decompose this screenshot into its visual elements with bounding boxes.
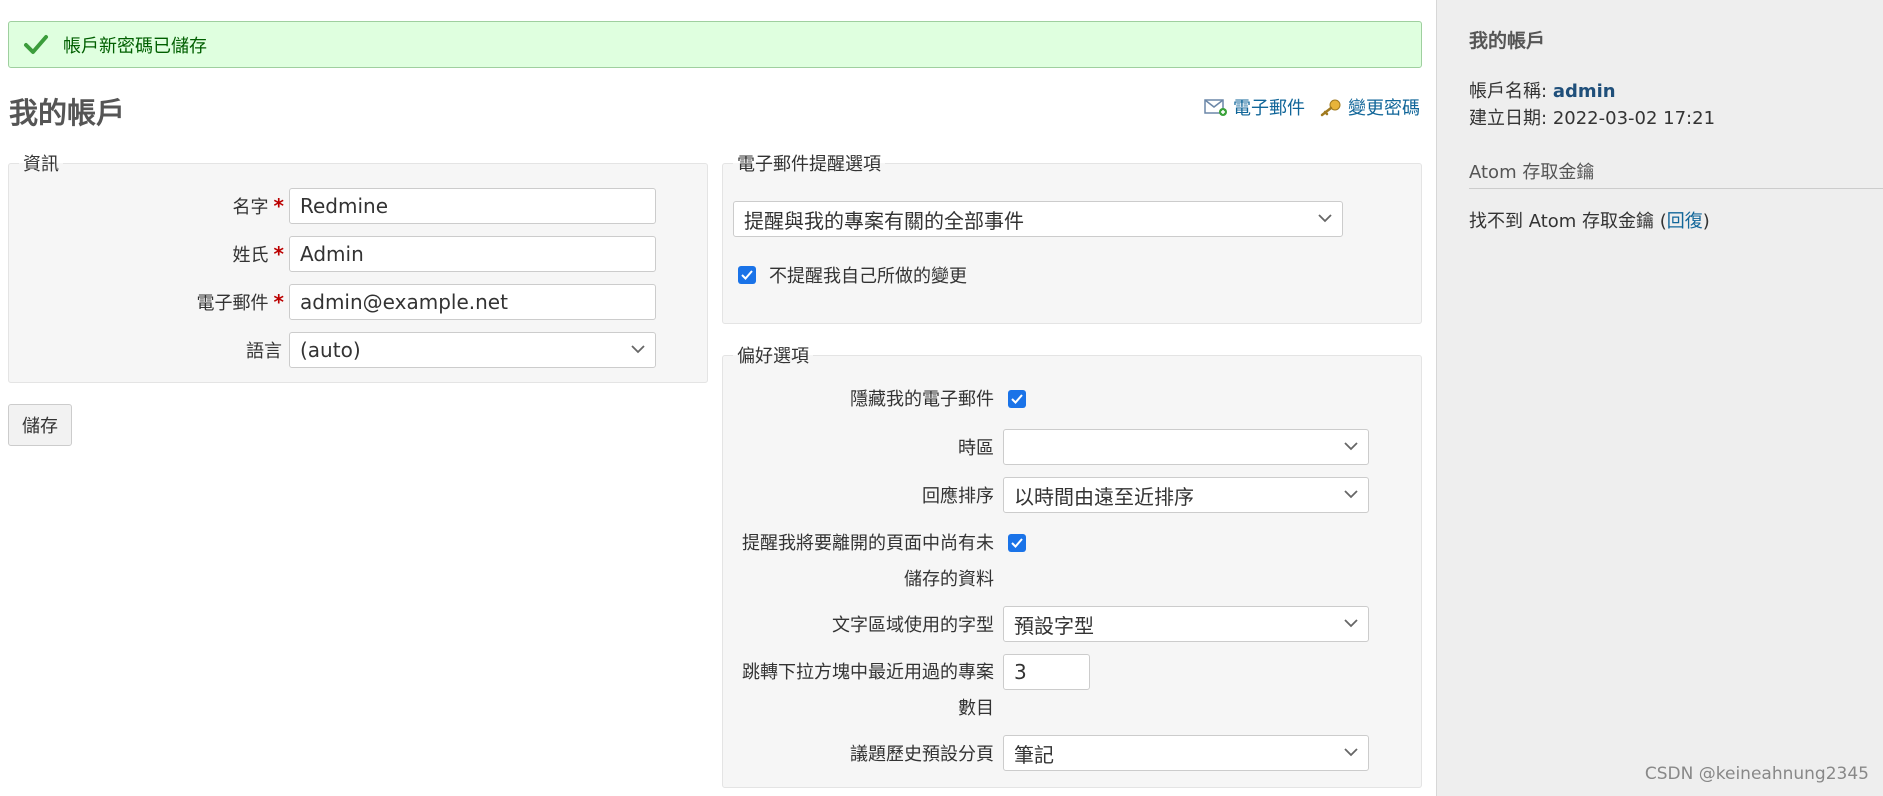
check-icon [1011, 538, 1023, 548]
check-icon [1011, 394, 1023, 404]
info-legend: 資訊 [23, 154, 59, 175]
history-tab-select[interactable]: 筆記 [1003, 735, 1369, 771]
created-value: 2022-03-02 17:21 [1552, 108, 1716, 129]
notifications-fieldset: 電子郵件提醒選項 [722, 150, 1422, 324]
textarea-font-select[interactable]: 預設字型 [1003, 606, 1369, 642]
change-password-link[interactable]: 變更密碼 [1319, 94, 1420, 120]
firstname-input[interactable]: Redmine [289, 188, 656, 224]
lastname-label: 姓氏 [232, 245, 269, 266]
timezone-label: 時區 [958, 438, 994, 459]
atom-key-text: 找不到 Atom 存取金鑰 ( [1469, 211, 1667, 232]
email-link[interactable]: 電子郵件 [1204, 94, 1305, 120]
chevron-down-icon [1344, 490, 1358, 499]
firstname-label: 名字 [232, 197, 269, 218]
warn-unsaved-label-row-2: 儲存的資料 [724, 565, 994, 591]
recent-projects-label-row-1: 跳轉下拉方塊中最近用過的專案 [724, 658, 994, 684]
lastname-input[interactable]: Admin [289, 236, 656, 272]
timezone-select[interactable] [1003, 429, 1369, 465]
atom-key-close: ) [1702, 211, 1710, 232]
email-link-label: 電子郵件 [1233, 98, 1305, 119]
email-label-row: 電子郵件 * [130, 284, 284, 320]
email-label: 電子郵件 [196, 293, 269, 314]
textarea-font-label: 文字區域使用的字型 [832, 615, 994, 636]
page-title: 我的帳戶 [9, 96, 126, 130]
contextual-links: 電子郵件 變更密碼 [1204, 94, 1420, 120]
hide-mail-label: 隱藏我的電子郵件 [850, 389, 994, 410]
watermark: CSDN @keineahnung2345 [1644, 764, 1869, 784]
hide-mail-checkbox[interactable] [1008, 390, 1026, 408]
required-mark: * [273, 194, 284, 218]
history-tab-value: 筆記 [1014, 742, 1054, 767]
email-input[interactable]: admin@example.net [289, 284, 656, 320]
recent-projects-input[interactable]: 3 [1003, 654, 1090, 690]
sidebar-title: 我的帳戶 [1469, 30, 1546, 52]
chevron-down-icon [631, 345, 645, 354]
warn-unsaved-label-line2: 儲存的資料 [904, 569, 994, 590]
language-select-value: (auto) [300, 338, 361, 362]
timezone-label-row: 時區 [724, 429, 994, 465]
chevron-down-icon [1318, 214, 1332, 223]
comments-sorting-label-row: 回應排序 [724, 477, 994, 513]
recent-projects-label-row-2: 數目 [724, 694, 994, 720]
required-mark: * [273, 242, 284, 266]
created-label: 建立日期: [1469, 108, 1548, 129]
hide-mail-label-row: 隱藏我的電子郵件 [724, 385, 994, 411]
comments-sorting-label: 回應排序 [922, 486, 994, 507]
atom-key-reset-link[interactable]: 回復 [1667, 211, 1703, 232]
recent-projects-label-line2: 數目 [958, 698, 994, 719]
no-self-notified-label-row: 不提醒我自己所做的變更 [769, 262, 967, 288]
firstname-label-row: 名字 * [130, 188, 284, 224]
sidebar: 我的帳戶 帳戶名稱: admin 建立日期: 2022-03-02 17:21 … [1436, 0, 1883, 796]
history-tab-label-row: 議題歷史預設分頁 [724, 735, 994, 771]
warn-unsaved-checkbox[interactable] [1008, 534, 1026, 552]
textarea-font-label-row: 文字區域使用的字型 [724, 606, 994, 642]
sidebar-created-row: 建立日期: 2022-03-02 17:21 [1469, 104, 1883, 130]
flash-message: 帳戶新密碼已儲存 [63, 35, 207, 57]
comments-sorting-value: 以時間由遠至近排序 [1014, 484, 1194, 509]
warn-unsaved-label-row-1: 提醒我將要離開的頁面中尚有未 [724, 529, 994, 555]
sidebar-login-row: 帳戶名稱: admin [1469, 77, 1883, 103]
check-icon [741, 270, 753, 280]
save-button[interactable]: 儲存 [8, 404, 72, 446]
login-label: 帳戶名稱: [1469, 81, 1548, 102]
flash-notice: 帳戶新密碼已儲存 [8, 21, 1422, 68]
checkmark-icon [23, 32, 49, 58]
language-select[interactable]: (auto) [289, 332, 656, 368]
notification-select[interactable]: 提醒與我的專案有關的全部事件 [733, 201, 1343, 237]
change-password-label: 變更密碼 [1348, 98, 1420, 119]
key-icon [1319, 97, 1343, 117]
language-label: 語言 [246, 341, 282, 362]
atom-key-status: 找不到 Atom 存取金鑰 (回復) [1469, 207, 1883, 233]
chevron-down-icon [1344, 619, 1358, 628]
comments-sorting-select[interactable]: 以時間由遠至近排序 [1003, 477, 1369, 513]
textarea-font-value: 預設字型 [1014, 613, 1094, 638]
warn-unsaved-label-line1: 提醒我將要離開的頁面中尚有未 [742, 533, 994, 554]
required-mark: * [273, 290, 284, 314]
preferences-legend: 偏好選項 [737, 346, 809, 367]
lastname-label-row: 姓氏 * [130, 236, 284, 272]
language-label-row: 語言 [130, 332, 282, 368]
notification-select-value: 提醒與我的專案有關的全部事件 [744, 208, 1024, 233]
notifications-legend: 電子郵件提醒選項 [737, 154, 881, 175]
login-value: admin [1552, 81, 1616, 102]
history-tab-label: 議題歷史預設分頁 [850, 744, 994, 765]
no-self-notified-checkbox[interactable] [738, 266, 756, 284]
chevron-down-icon [1344, 748, 1358, 757]
main-content: 帳戶新密碼已儲存 我的帳戶 電子郵件 變更密碼 資訊 名字 * Redmine … [0, 0, 1436, 796]
email-icon [1204, 97, 1228, 117]
atom-key-heading: Atom 存取金鑰 [1469, 158, 1883, 189]
no-self-notified-label: 不提醒我自己所做的變更 [769, 266, 967, 287]
chevron-down-icon [1344, 442, 1358, 451]
recent-projects-label-line1: 跳轉下拉方塊中最近用過的專案 [742, 662, 994, 683]
